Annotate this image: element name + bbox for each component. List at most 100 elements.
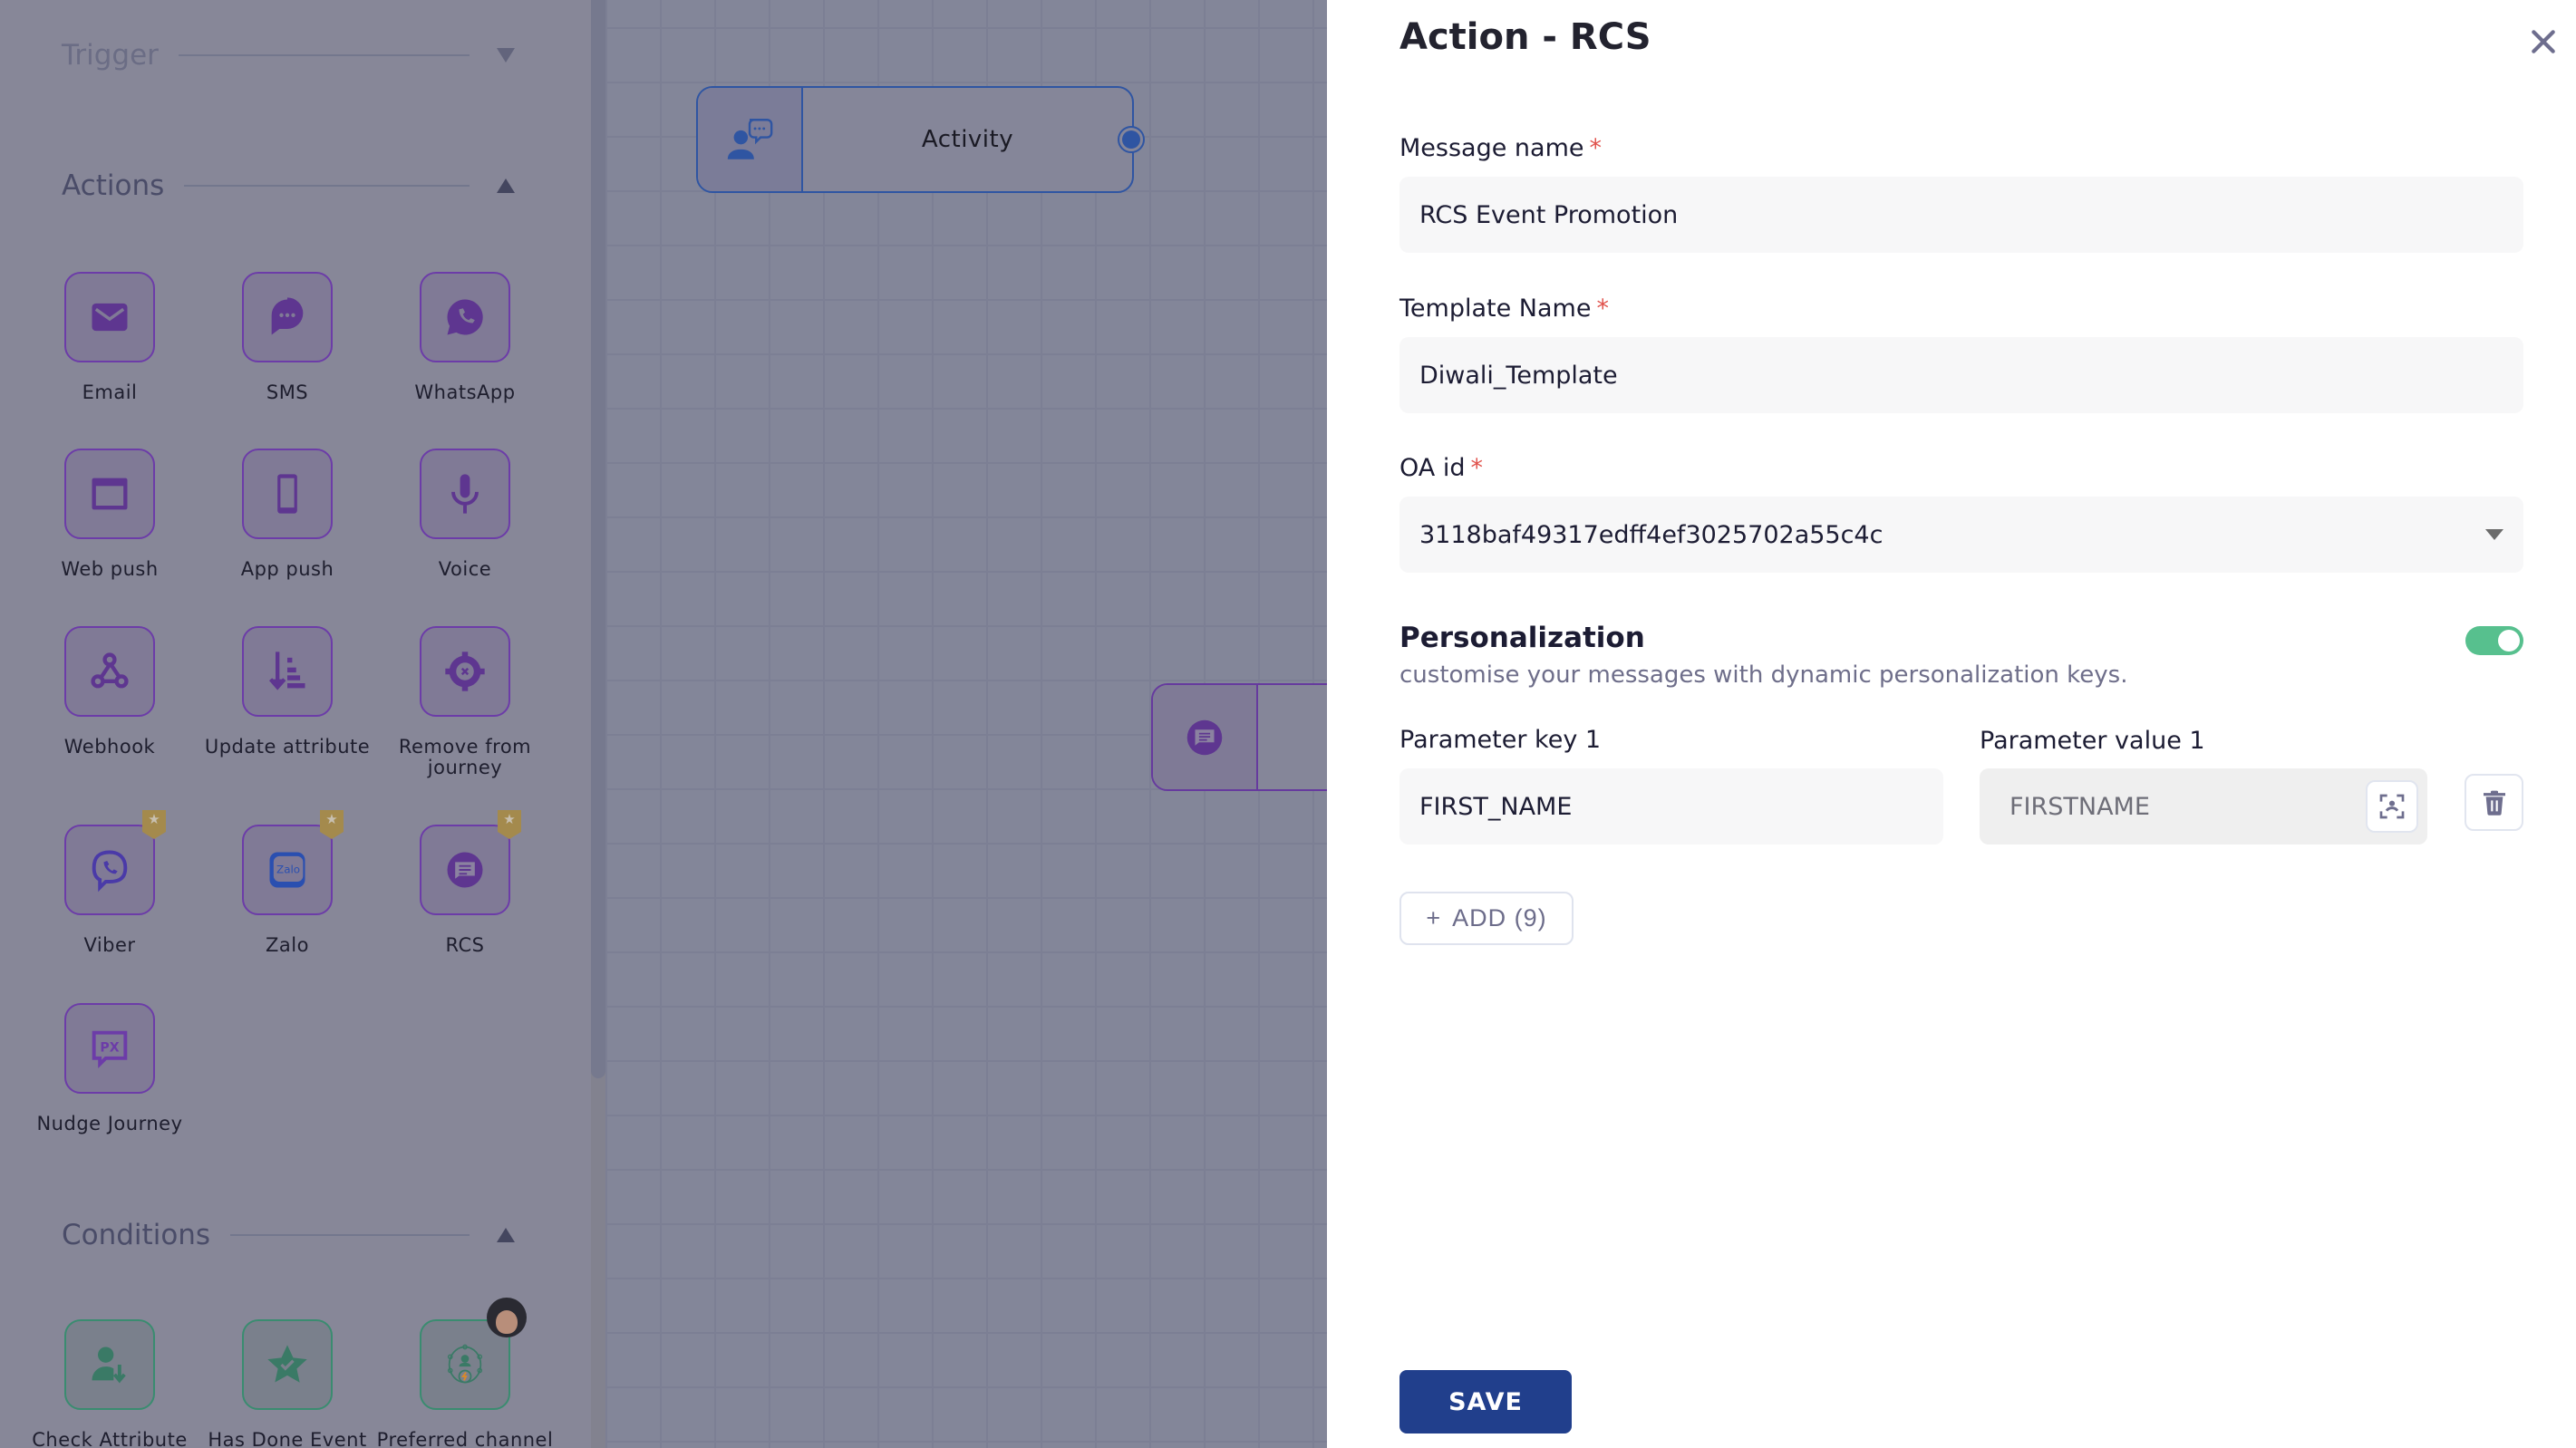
oa-id-select[interactable]: 3118baf49317edff4ef3025702a55c4c	[1399, 497, 2523, 573]
required-mark: *	[1470, 454, 1483, 482]
action-webhook[interactable]: Webhook	[21, 626, 199, 758]
action-tile[interactable]: ★	[420, 810, 521, 915]
action-config-panel: Action - RCS Message name * RCS Event Pro…	[1327, 0, 2576, 1448]
action-tile[interactable]	[242, 626, 333, 717]
node-icon-box	[698, 88, 803, 191]
template-name-input[interactable]: Diwali_Template	[1399, 337, 2523, 413]
action-label: Remove from journey	[398, 736, 532, 779]
premium-badge-icon: ★	[498, 810, 521, 839]
section-trigger[interactable]: Trigger	[62, 37, 515, 73]
condition-preferred-channel[interactable]: Preferred channel	[376, 1298, 554, 1448]
email-icon	[92, 303, 128, 332]
zalo-icon: Zalo	[269, 852, 305, 888]
action-rcs[interactable]: ★ RCS	[376, 810, 554, 956]
message-name-label-text: Message name	[1399, 134, 1584, 162]
chevron-up-icon[interactable]	[497, 1228, 515, 1242]
chevron-up-icon[interactable]	[497, 179, 515, 193]
divider	[178, 54, 470, 56]
app-push-icon	[277, 474, 297, 514]
toggle-knob	[2498, 630, 2520, 652]
action-viber[interactable]: ★ Viber	[21, 810, 199, 956]
sidebar-scroll-thumb[interactable]	[591, 0, 605, 1078]
action-sms[interactable]: SMS	[199, 272, 376, 403]
user-avatar	[487, 1298, 527, 1337]
action-label: Zalo	[266, 934, 309, 956]
personalization-toggle[interactable]	[2465, 626, 2523, 655]
action-tile[interactable]	[64, 449, 155, 539]
node-output-port[interactable]	[1118, 126, 1145, 153]
parameter-value-value: FIRSTNAME	[2009, 792, 2150, 821]
action-update-attribute[interactable]: Update attribute	[199, 626, 376, 758]
update-attribute-icon	[268, 652, 305, 690]
action-tile[interactable]: ★ Zalo	[242, 810, 344, 915]
close-button[interactable]	[2523, 22, 2563, 62]
panel-title: Action - RCS	[1399, 16, 1651, 58]
nudge-px-icon: PX	[92, 1030, 128, 1069]
webhook-icon	[91, 652, 129, 689]
action-tile[interactable]	[64, 272, 155, 362]
action-tile[interactable]	[64, 626, 155, 717]
message-name-value: RCS Event Promotion	[1419, 200, 1679, 229]
action-tile[interactable]: ★	[64, 810, 166, 915]
required-mark: *	[1596, 294, 1609, 323]
action-label: Voice	[438, 558, 492, 580]
action-whatsapp[interactable]: WhatsApp	[376, 272, 554, 403]
required-mark: *	[1589, 134, 1603, 162]
node-label: Activity	[921, 126, 1014, 153]
condition-has-done-event[interactable]: Has Done Event	[199, 1319, 376, 1448]
action-web-push[interactable]: Web push	[21, 449, 199, 580]
chevron-down-icon[interactable]	[497, 48, 515, 63]
action-tile[interactable]	[420, 272, 510, 362]
save-button[interactable]: SAVE	[1399, 1370, 1572, 1434]
message-name-input[interactable]: RCS Event Promotion	[1399, 177, 2523, 253]
action-tile[interactable]	[420, 626, 510, 717]
remove-gear-icon	[445, 652, 485, 691]
action-tile[interactable]	[242, 449, 333, 539]
action-app-push[interactable]: App push	[199, 449, 376, 580]
action-label: Viber	[83, 934, 136, 956]
action-tile[interactable]: PX	[64, 1003, 155, 1094]
close-icon	[2532, 30, 2555, 53]
rcs-icon	[1186, 719, 1223, 755]
check-attribute-icon	[92, 1347, 126, 1384]
star-check-icon	[267, 1345, 307, 1383]
section-actions[interactable]: Actions	[62, 168, 515, 204]
parameter-key-input[interactable]: FIRST_NAME	[1399, 768, 1943, 845]
action-label: Web push	[61, 558, 159, 580]
delete-parameter-button[interactable]	[2465, 774, 2523, 831]
node-icon-box	[1153, 685, 1258, 789]
action-voice[interactable]: Voice	[376, 449, 554, 580]
action-email[interactable]: Email	[21, 272, 199, 403]
oa-id-label: OA id *	[1399, 454, 1483, 482]
preferred-channel-icon	[447, 1344, 483, 1384]
action-zalo[interactable]: ★ Zalo Zalo	[199, 810, 376, 956]
condition-tile[interactable]	[420, 1298, 527, 1410]
action-tile[interactable]	[242, 272, 333, 362]
condition-check-attribute[interactable]: Check Attribute	[21, 1319, 199, 1448]
action-remove-from-journey[interactable]: Remove from journey	[376, 626, 554, 778]
message-name-label: Message name *	[1399, 134, 1602, 162]
oa-id-value: 3118baf49317edff4ef3025702a55c4c	[1419, 520, 1884, 549]
add-parameter-button[interactable]: + ADD (9)	[1399, 892, 1574, 945]
divider	[184, 185, 470, 187]
parameter-value-input[interactable]: FIRSTNAME	[1980, 768, 2427, 845]
condition-tile[interactable]	[242, 1319, 333, 1410]
sidebar-scrollbar[interactable]	[591, 0, 605, 1448]
journey-canvas[interactable]: Activity	[605, 0, 1387, 1448]
condition-tile[interactable]	[64, 1319, 155, 1410]
action-label: Webhook	[63, 736, 156, 758]
trash-icon	[2483, 790, 2505, 816]
premium-badge-icon: ★	[320, 810, 344, 839]
canvas-node-activity[interactable]: Activity	[696, 86, 1145, 193]
action-label: Email	[82, 381, 138, 403]
personalization-title: Personalization	[1399, 622, 1645, 654]
parameter-key-value: FIRST_NAME	[1419, 792, 1573, 821]
section-conditions[interactable]: Conditions	[62, 1217, 515, 1253]
whatsapp-icon	[447, 299, 483, 335]
avatar-face	[496, 1310, 518, 1334]
personalization-picker-button[interactable]	[2366, 780, 2418, 833]
action-tile[interactable]	[420, 449, 510, 539]
action-nudge-journey[interactable]: PX Nudge Journey	[21, 1003, 199, 1134]
section-title-actions: Actions	[62, 169, 165, 202]
action-label: Update attribute	[204, 736, 371, 758]
